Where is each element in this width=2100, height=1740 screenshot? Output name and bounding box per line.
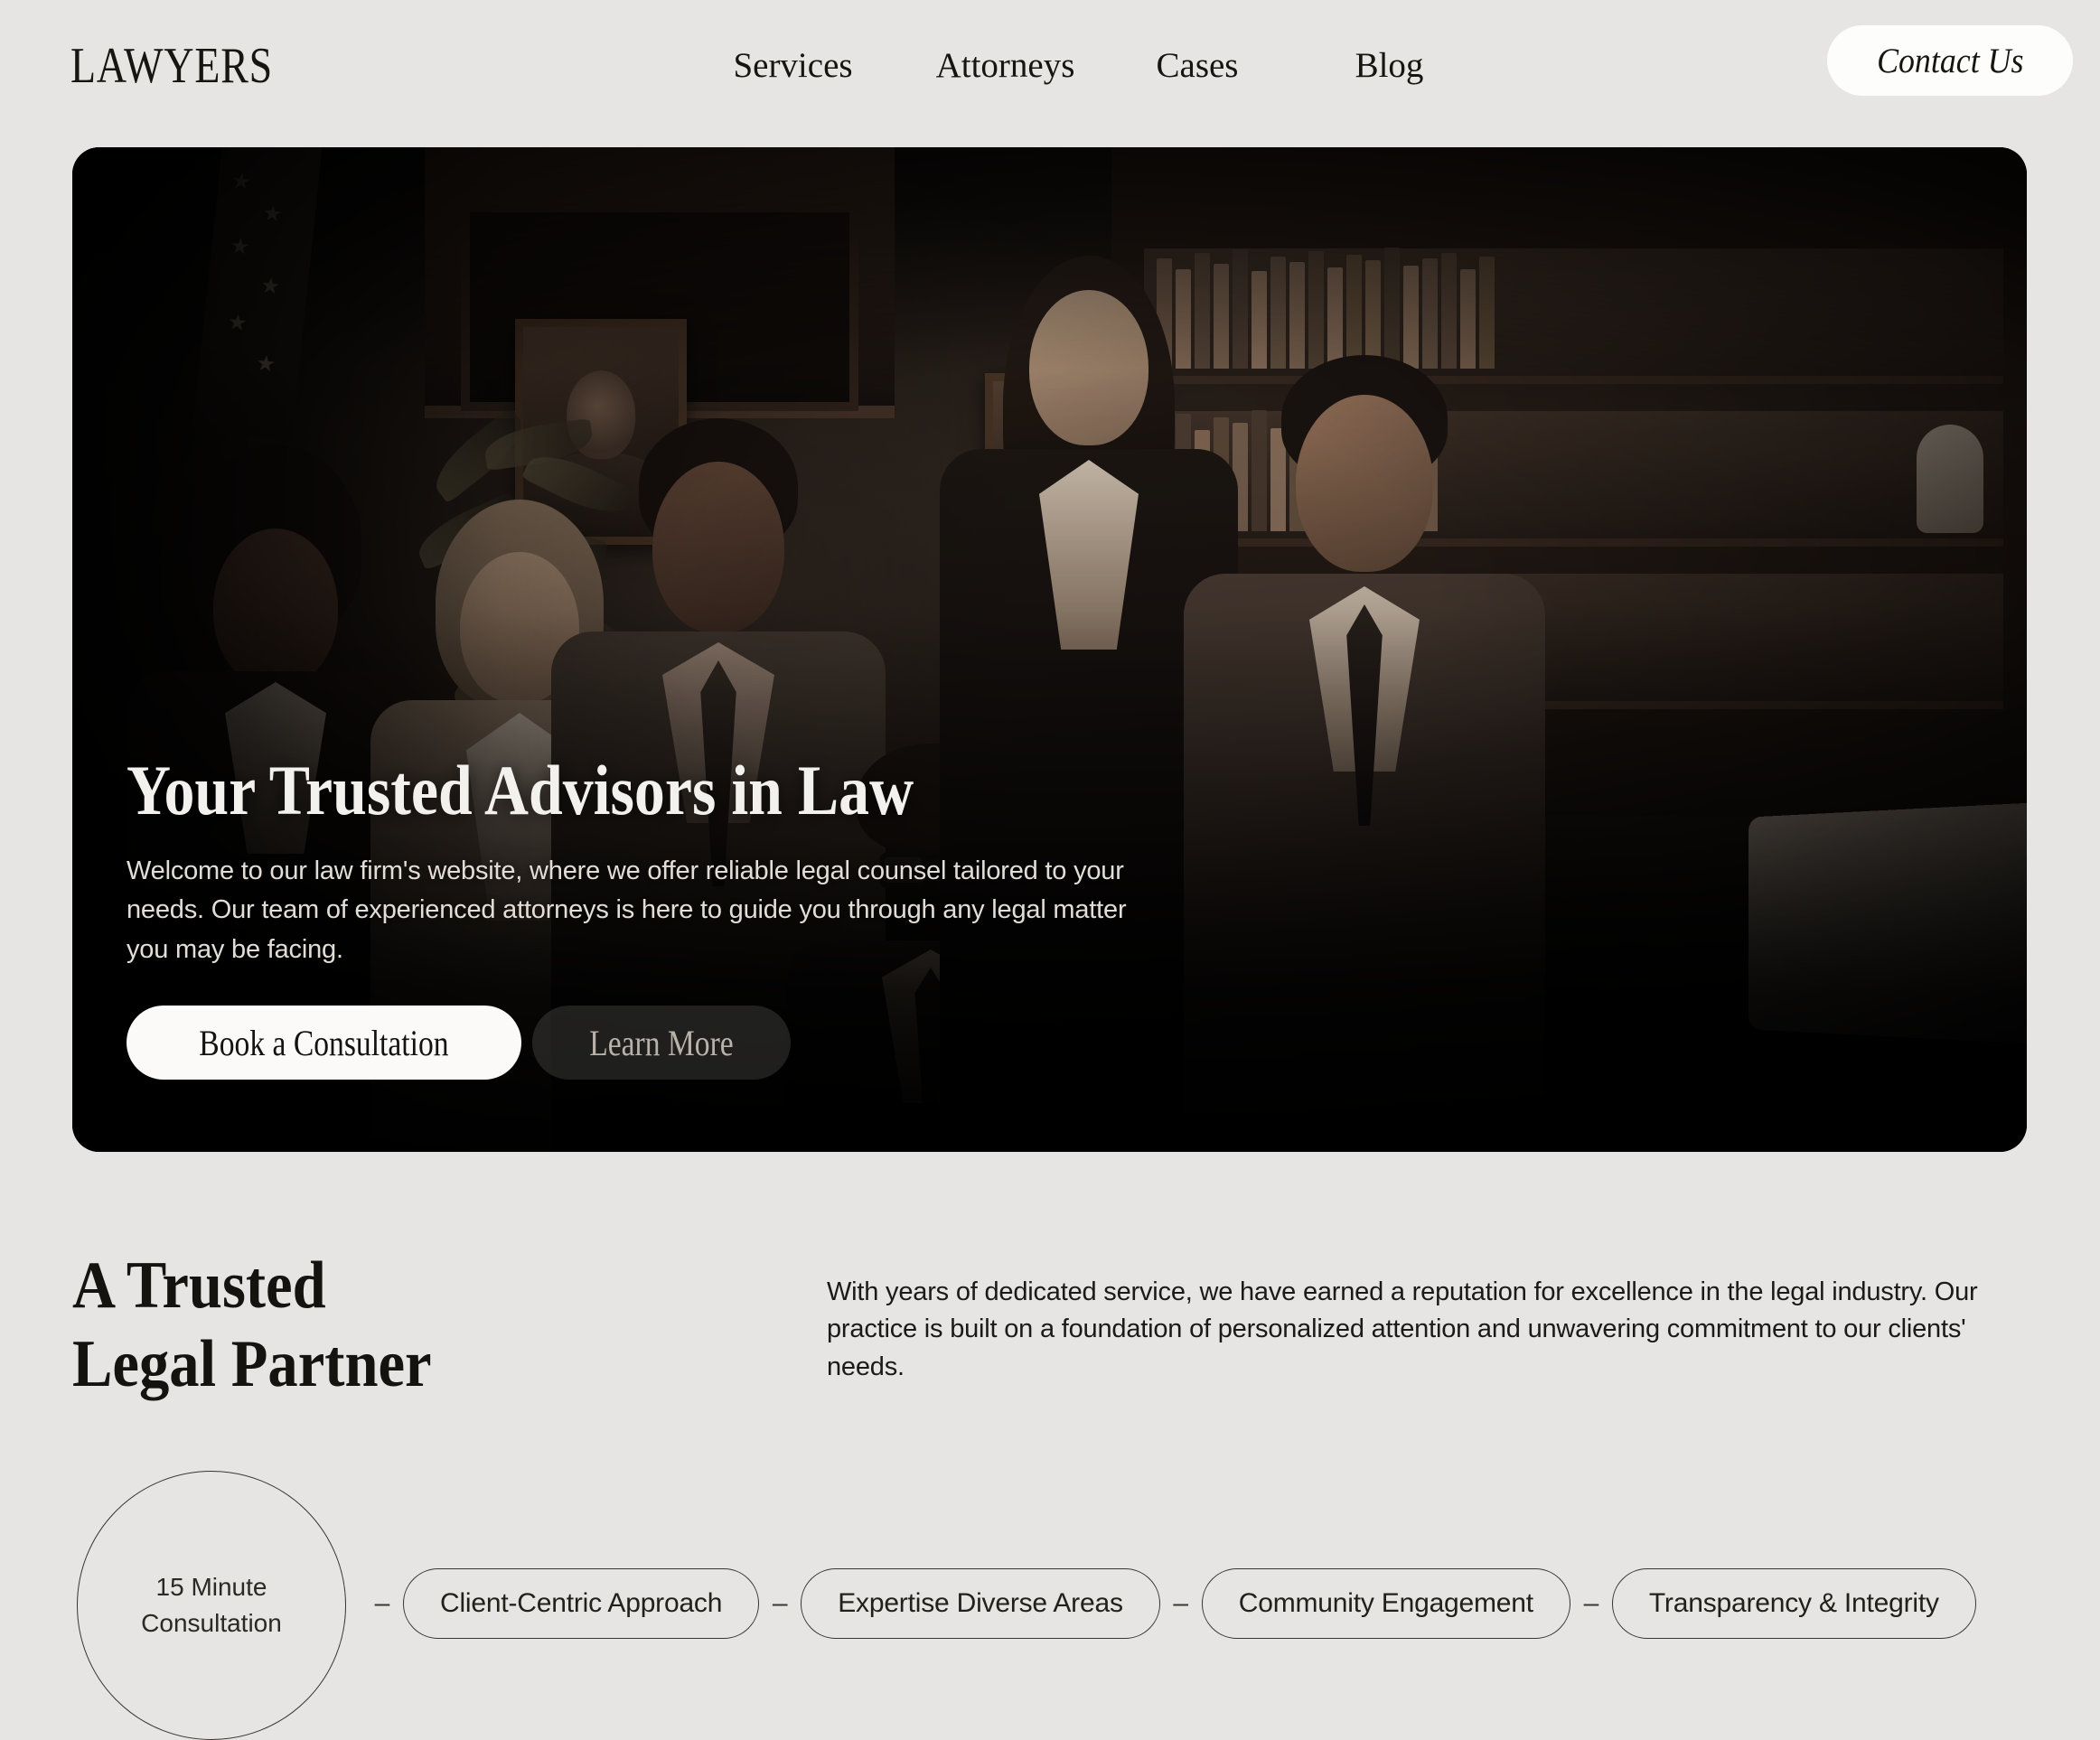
chip-separator-dash: – (374, 1588, 390, 1618)
hero-section: ★ ★ ★ ★ ★ ★ Your Trusted Advisors in Law… (72, 147, 2027, 1152)
nav-item-services[interactable]: Services (733, 46, 852, 85)
hero-subtitle: Welcome to our law firm's website, where… (127, 856, 1127, 964)
site-header: LAWYERS Services Attorneys Cases Blog Co… (0, 0, 2100, 147)
contact-us-button[interactable]: Contact Us (1827, 25, 2073, 96)
chip-separator-dash: – (1583, 1588, 1599, 1618)
nav-slot: Cases (1111, 46, 1283, 86)
about-title: A Trusted Legal Partner (72, 1249, 432, 1402)
nav-slot: Services (687, 46, 899, 86)
about-body-text: With years of dedicated service, we have… (827, 1277, 1978, 1381)
learn-more-button[interactable]: Learn More (531, 1006, 791, 1080)
laptop (1748, 802, 2027, 1044)
hero-content: Your Trusted Advisors in Law Welcome to … (127, 753, 1152, 1080)
feature-chip-label: Transparency & Integrity (1648, 1588, 1939, 1618)
bust-sculpture (1917, 425, 1983, 533)
consultation-badge-label: 15 Minute Consultation (141, 1573, 282, 1637)
nav-item-blog[interactable]: Blog (1355, 46, 1424, 85)
feature-chip-expertise-diverse-areas[interactable]: Expertise Diverse Areas (801, 1568, 1160, 1639)
nav-item-cases[interactable]: Cases (1157, 46, 1239, 85)
feature-chip-transparency-integrity[interactable]: Transparency & Integrity (1611, 1568, 1976, 1639)
nav-slot: Blog (1283, 46, 1495, 86)
feature-chip-community-engagement[interactable]: Community Engagement (1201, 1568, 1570, 1639)
feature-chip-label: Community Engagement (1238, 1588, 1533, 1618)
consultation-badge[interactable]: 15 Minute Consultation (77, 1471, 346, 1740)
logo[interactable]: LAWYERS (70, 41, 273, 91)
book-consultation-label: Book a Consultation (199, 1022, 449, 1063)
contact-us-label: Contact Us (1876, 41, 2024, 80)
chip-separator-dash: – (1173, 1588, 1189, 1618)
nav-item-attorneys[interactable]: Attorneys (936, 46, 1075, 85)
chip-separator-dash: – (772, 1588, 788, 1618)
main-navigation: Services Attorneys Cases Blog (687, 46, 1495, 86)
features-section: 15 Minute Consultation – Client-Centric … (0, 1471, 2100, 1740)
feature-chip-list: – Client-Centric Approach – Expertise Di… (361, 1568, 1976, 1639)
hero-title: Your Trusted Advisors in Law (127, 750, 914, 829)
nav-slot: Attorneys (899, 46, 1111, 86)
feature-chip-label: Expertise Diverse Areas (838, 1588, 1123, 1618)
feature-chip-label: Client-Centric Approach (440, 1588, 723, 1618)
attorney-figure (1184, 355, 1545, 1152)
hero-actions: Book a Consultation Learn More (127, 1006, 1152, 1080)
book-consultation-button[interactable]: Book a Consultation (127, 1006, 521, 1080)
learn-more-label: Learn More (589, 1022, 734, 1063)
feature-chip-client-centric-approach[interactable]: Client-Centric Approach (403, 1568, 760, 1639)
